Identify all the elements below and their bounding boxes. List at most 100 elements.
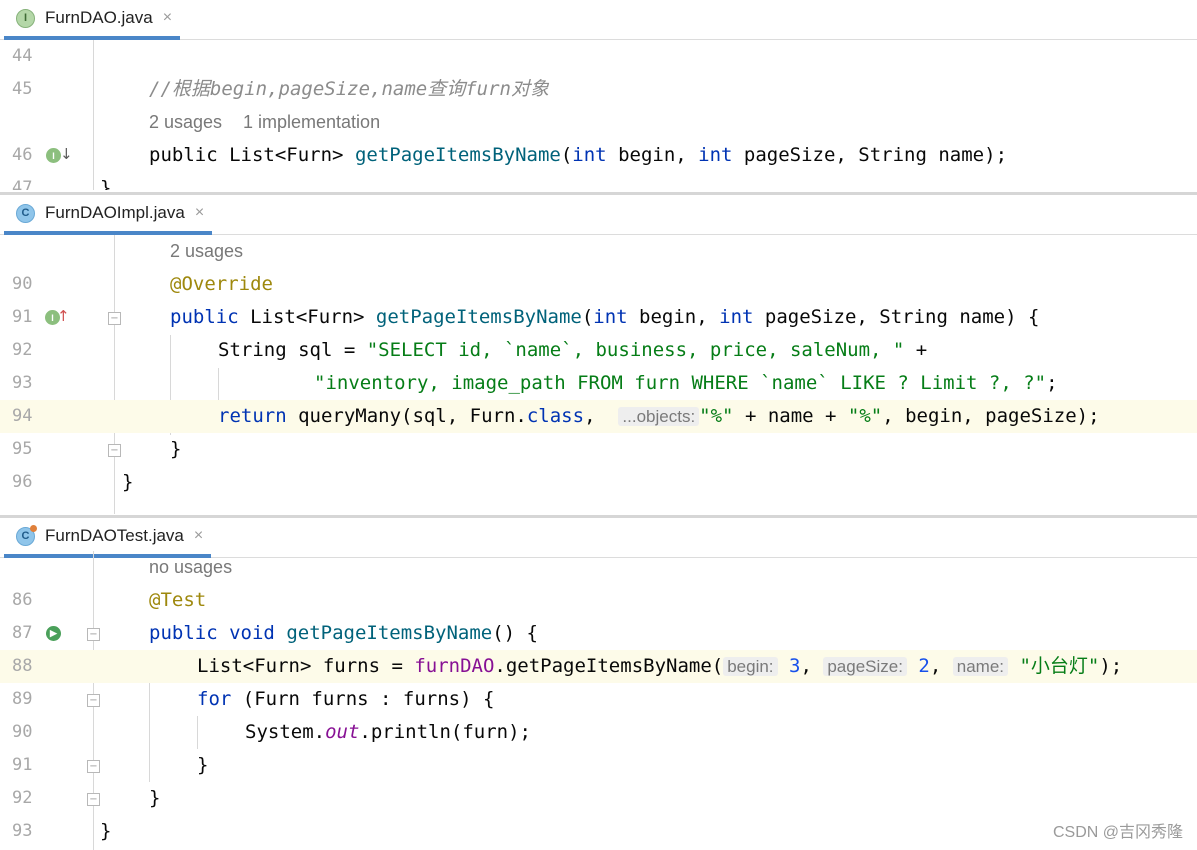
line-number: 95 bbox=[12, 439, 33, 459]
watermark: CSDN @吉冈秀隆 bbox=[1052, 824, 1183, 841]
code-text: "inventory, image_path FROM furn WHERE `… bbox=[314, 367, 1058, 400]
expr: + name + bbox=[733, 405, 848, 427]
usages-link[interactable]: 2 usages bbox=[170, 235, 243, 268]
keyword: public bbox=[149, 622, 218, 644]
brace: } bbox=[149, 787, 161, 809]
brace: } bbox=[100, 820, 112, 842]
method-name: getPageItemsByName bbox=[286, 622, 493, 644]
param: begin, bbox=[606, 144, 699, 166]
comma: , bbox=[584, 405, 607, 427]
current-line: 88 List<Furn> furns = furnDAO.getPageIte… bbox=[0, 650, 1197, 683]
code-line: 46 I ↓ public List<Furn> getPageItemsByN… bbox=[0, 139, 1197, 172]
call: .println(furn); bbox=[359, 721, 531, 743]
editor-panel-furndaotest: C FurnDAOTest.java × no usages 86 @Test … bbox=[0, 515, 1197, 850]
interface-icon: I bbox=[16, 8, 35, 28]
comma: , bbox=[800, 655, 824, 677]
line-number: 46 bbox=[12, 145, 33, 165]
code-line: 92 String sql = "SELECT id, `name`, busi… bbox=[0, 334, 1197, 367]
number: 2 bbox=[918, 655, 930, 677]
close-icon[interactable]: × bbox=[163, 9, 172, 27]
fold-icon[interactable]: − bbox=[87, 694, 100, 707]
param: begin, bbox=[627, 306, 720, 328]
code-text: for (Furn furns : furns) { bbox=[197, 683, 494, 716]
line-number: 94 bbox=[12, 406, 33, 426]
code-line: 44 bbox=[0, 40, 1197, 73]
close-icon[interactable]: × bbox=[195, 204, 204, 222]
usages-text: no usages bbox=[149, 557, 233, 577]
string-literal: "SELECT id, `name`, business, price, sal… bbox=[366, 339, 905, 361]
fold-icon[interactable]: − bbox=[108, 444, 121, 457]
tab-bar: C FurnDAOImpl.java × bbox=[0, 195, 1197, 235]
code-line: 90 @Override bbox=[0, 268, 1197, 301]
arrow-up-icon[interactable]: ↑ bbox=[57, 307, 70, 325]
keyword: int bbox=[593, 306, 628, 328]
keyword: for bbox=[197, 688, 232, 710]
close-icon[interactable]: × bbox=[194, 527, 203, 545]
decl: String sql = bbox=[218, 339, 367, 361]
line-number: 87 bbox=[12, 623, 33, 643]
tab-label: FurnDAOImpl.java bbox=[45, 203, 185, 222]
code-line: 47 } bbox=[0, 172, 1197, 190]
brace: } bbox=[100, 177, 112, 190]
line-number: 88 bbox=[12, 656, 33, 676]
implemented-icon[interactable]: I bbox=[46, 148, 61, 163]
code-text: return queryMany(sql, Furn.class, ...obj… bbox=[218, 400, 1100, 433]
code-line: 92 − } bbox=[0, 782, 1197, 815]
keyword: class bbox=[526, 405, 585, 427]
string-literal: "%" bbox=[699, 405, 734, 427]
brace: } bbox=[170, 438, 182, 460]
code-text: public List<Furn> getPageItemsByName(int… bbox=[149, 139, 1007, 172]
type: List<Furn> bbox=[229, 144, 344, 166]
arrow-down-icon[interactable]: ↓ bbox=[60, 145, 73, 163]
code-text: System.out.println(furn); bbox=[245, 716, 531, 749]
line-number: 92 bbox=[12, 788, 33, 808]
code-text: public List<Furn> getPageItemsByName(int… bbox=[170, 301, 1039, 334]
implementations-link[interactable]: 1 implementation bbox=[243, 106, 380, 139]
paren: ( bbox=[581, 306, 594, 328]
code-line: 87 ▶ − public void getPageItemsByName() … bbox=[0, 617, 1197, 650]
comma: , bbox=[929, 655, 953, 677]
number: 3 bbox=[788, 655, 801, 677]
decl: List<Furn> furns = bbox=[197, 655, 415, 677]
line-number: 44 bbox=[12, 46, 33, 66]
field: furnDAO bbox=[414, 655, 495, 677]
code-line: 89 − for (Furn furns : furns) { bbox=[0, 683, 1197, 716]
run-test-icon[interactable]: ▶ bbox=[46, 626, 61, 641]
call: .getPageItemsByName( bbox=[494, 655, 724, 677]
method-name: getPageItemsByName bbox=[375, 306, 582, 328]
line-number: 90 bbox=[12, 274, 33, 294]
code-editor[interactable]: 2 usages 90 @Override 91 I ↑ − public Li… bbox=[0, 235, 1197, 514]
fold-icon[interactable]: − bbox=[87, 760, 100, 773]
param-hint: ...objects: bbox=[618, 407, 700, 426]
usages-link[interactable]: 2 usages bbox=[149, 106, 222, 139]
call: queryMany(sql, Furn. bbox=[286, 405, 527, 427]
tab-furndao[interactable]: I FurnDAO.java × bbox=[4, 0, 181, 40]
tab-furndaoimpl[interactable]: C FurnDAOImpl.java × bbox=[4, 195, 213, 235]
brace: } bbox=[197, 754, 209, 776]
inlay-line: no usages bbox=[0, 551, 1197, 584]
comment-text: //根据begin,pageSize,name查询furn对象 bbox=[149, 78, 549, 100]
code-editor[interactable]: 44 45 //根据begin,pageSize,name查询furn对象 2 … bbox=[0, 40, 1197, 190]
tab-label: FurnDAO.java bbox=[45, 8, 153, 27]
editor-panel-furndaoimpl: C FurnDAOImpl.java × 2 usages 90 @Overri… bbox=[0, 192, 1197, 514]
brace: } bbox=[122, 471, 134, 493]
static-field: out bbox=[325, 721, 360, 743]
string-literal: "inventory, image_path FROM furn WHERE `… bbox=[314, 372, 1047, 394]
tab-bar: I FurnDAO.java × bbox=[0, 0, 1197, 40]
line-number: 90 bbox=[12, 722, 33, 742]
class-ref: System. bbox=[245, 721, 326, 743]
fold-icon[interactable]: − bbox=[108, 312, 121, 325]
fold-icon[interactable]: − bbox=[87, 793, 100, 806]
code-line: 96 } bbox=[0, 466, 1197, 499]
param-hint: name: bbox=[952, 657, 1008, 676]
string-literal: "%" bbox=[847, 405, 883, 427]
code-line: 95 − } bbox=[0, 433, 1197, 466]
line-number: 91 bbox=[12, 307, 33, 327]
fold-icon[interactable]: − bbox=[87, 628, 100, 641]
end: ); bbox=[1099, 655, 1123, 677]
code-text: String sql = "SELECT id, `name`, busines… bbox=[218, 334, 927, 367]
code-line: 86 @Test bbox=[0, 584, 1197, 617]
code-line: 93 "inventory, image_path FROM furn WHER… bbox=[0, 367, 1197, 400]
code-editor[interactable]: no usages 86 @Test 87 ▶ − public void ge… bbox=[0, 551, 1197, 850]
params: pageSize, String name) { bbox=[753, 306, 1040, 328]
